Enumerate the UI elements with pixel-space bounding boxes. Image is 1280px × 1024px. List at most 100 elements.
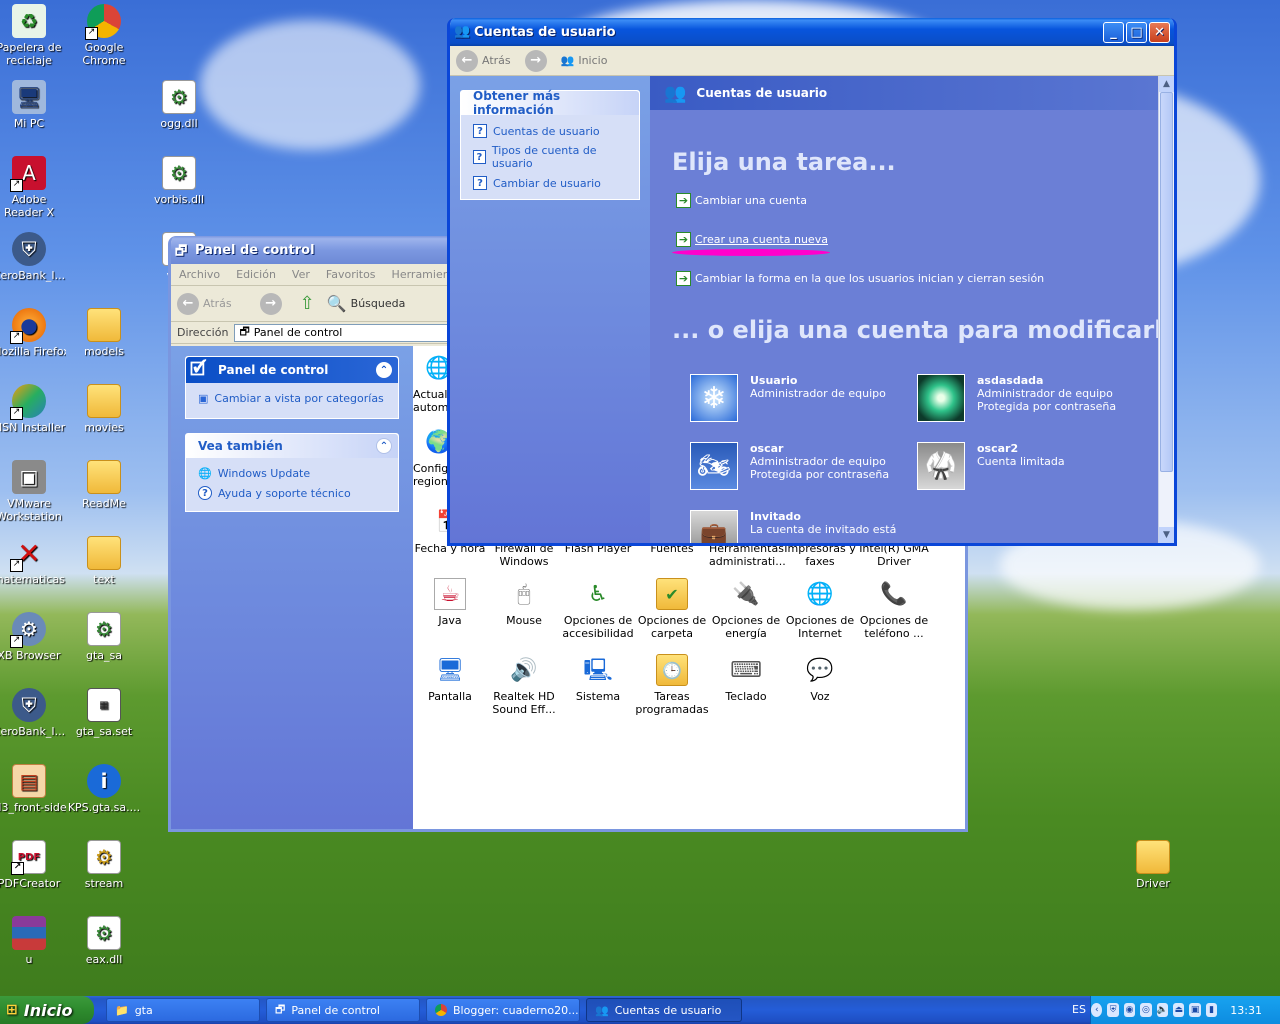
desktop-icon-text[interactable]: text xyxy=(67,536,141,586)
antivirus-icon[interactable]: ◎ xyxy=(1140,1003,1152,1017)
task-create-account[interactable]: ➔ Crear una cuenta nueva xyxy=(676,232,828,247)
forward-arrow-icon[interactable]: → xyxy=(259,292,282,315)
search-button[interactable]: Búsqueda xyxy=(351,297,406,310)
learn-account-types-link[interactable]: ? Tipos de cuenta de usuario xyxy=(461,141,639,173)
desktop-icon-vmware[interactable]: ▣ VMware Workstation xyxy=(0,460,66,523)
start-button[interactable]: ⊞ Inicio xyxy=(0,996,94,1024)
desktop-icon-label: ZeroBank_I... xyxy=(0,725,66,738)
account-oscar2[interactable]: 🥋 oscar2 Cuenta limitada xyxy=(917,442,1065,490)
task-change-account[interactable]: ➔ Cambiar una cuenta xyxy=(676,193,807,208)
back-arrow-icon[interactable]: ← xyxy=(456,49,478,72)
cp-item-internet[interactable]: 🌐 Opciones de Internet xyxy=(783,578,857,640)
help-support-link[interactable]: ? Ayuda y soporte técnico xyxy=(186,483,398,503)
up-folder-icon[interactable]: ⇧ xyxy=(300,293,315,314)
usb-icon[interactable]: ⏏ xyxy=(1173,1003,1185,1017)
desktop-icon-ogg-dll[interactable]: ⚙ ogg.dll xyxy=(142,80,216,130)
cp-item-voz[interactable]: 💬 Voz xyxy=(783,654,857,703)
cp-item-telefono[interactable]: 📞 Opciones de teléfono ... xyxy=(857,578,931,640)
menu-favoritos[interactable]: Favoritos xyxy=(326,268,376,281)
account-usuario[interactable]: ❄ Usuario Administrador de equipo xyxy=(690,374,886,422)
system-icon: 🖳 xyxy=(583,657,613,683)
menu-ver[interactable]: Ver xyxy=(292,268,310,281)
scroll-thumb[interactable] xyxy=(1160,92,1173,472)
cp-item-opciones-carpeta[interactable]: ✔ Opciones de carpeta xyxy=(635,578,709,640)
battery-icon[interactable]: ▮ xyxy=(1205,1003,1218,1017)
desktop-icon-adobe-reader[interactable]: A Adobe Reader X xyxy=(0,156,66,219)
collapse-icon[interactable]: ⌃ xyxy=(376,438,392,454)
home-button[interactable]: Inicio xyxy=(578,54,607,67)
maximize-button[interactable]: □ xyxy=(1126,22,1147,43)
back-arrow-icon[interactable]: ← xyxy=(177,292,199,315)
desktop-icon-gta-sa-set[interactable]: ▦ gta_sa.set xyxy=(67,688,141,738)
taskbar-item-gta[interactable]: 📁 gta xyxy=(106,998,260,1022)
minimize-button[interactable]: _ xyxy=(1103,22,1124,43)
desktop-icon-firefox[interactable]: ● Mozilla Firefox xyxy=(0,308,66,358)
volume-icon[interactable]: 🔈 xyxy=(1156,1003,1169,1017)
cp-panel-header[interactable]: 🗹 Panel de control ⌃ xyxy=(186,357,398,383)
desktop-icon-kps[interactable]: i KPS.gta.sa.... xyxy=(67,764,141,814)
desktop-icon-google-chrome[interactable]: Google Chrome xyxy=(67,4,141,67)
desktop-icon-m3-front-side[interactable]: ▤ M3_front-side xyxy=(0,764,66,814)
desktop-icon-driver[interactable]: Driver xyxy=(1116,840,1190,890)
chevron-left-icon[interactable]: ‹ xyxy=(1091,1003,1103,1017)
clock[interactable]: 13:31 xyxy=(1230,1004,1262,1017)
desktop-icon-vorbis-dll[interactable]: ⚙ vorbis.dll xyxy=(142,156,216,206)
user-accounts-window[interactable]: 👥 Cuentas de usuario _ □ ✕ ← Atrás → 👥 I… xyxy=(447,18,1177,546)
cp-item-energia[interactable]: 🔌 Opciones de energía xyxy=(709,578,783,640)
account-asdasdada[interactable]: asdasdada Administrador de equipo Proteg… xyxy=(917,374,1116,422)
desktop-icon-u[interactable]: u xyxy=(0,916,66,966)
vertical-scrollbar[interactable]: ▲ ▼ xyxy=(1158,76,1174,543)
cp-item-tareas-programadas[interactable]: 🕒 Tareas programadas xyxy=(635,654,709,716)
cp-item-accesibilidad[interactable]: ♿ Opciones de accesibilidad xyxy=(561,578,635,640)
taskbar-item-blogger[interactable]: Blogger: cuaderno20... xyxy=(426,998,580,1022)
shield-icon[interactable]: ⛨ xyxy=(1107,1003,1119,1017)
cp-item-java[interactable]: ☕ Java xyxy=(413,578,487,627)
menu-edicion[interactable]: Edición xyxy=(236,268,276,281)
desktop-icon-readme[interactable]: ReadMe xyxy=(67,460,141,510)
scroll-down-button[interactable]: ▼ xyxy=(1159,527,1174,543)
desktop-icon-gta-sa[interactable]: ⚙ gta_sa xyxy=(67,612,141,662)
forward-arrow-icon[interactable]: → xyxy=(524,49,547,72)
desktop-icon-msn-installer[interactable]: MSN Installer xyxy=(0,384,66,434)
switch-category-view-link[interactable]: ▣ Cambiar a vista por categorías xyxy=(186,389,398,408)
user-accounts-titlebar[interactable]: 👥 Cuentas de usuario _ □ ✕ xyxy=(450,18,1174,46)
desktop-icon-stream[interactable]: ⚙ stream xyxy=(67,840,141,890)
taskbar-item-user-accounts[interactable]: 👥 Cuentas de usuario xyxy=(586,998,742,1022)
back-button[interactable]: Atrás xyxy=(482,54,511,67)
language-indicator[interactable]: ES xyxy=(1072,1003,1086,1016)
cp-item-teclado[interactable]: ⌨ Teclado xyxy=(709,654,783,703)
desktop-icon-matematicas[interactable]: ✕ matematicas xyxy=(0,536,66,586)
back-button[interactable]: Atrás xyxy=(203,297,232,310)
desktop-icon-movies[interactable]: movies xyxy=(67,384,141,434)
see-also-header[interactable]: Vea también ⌃ xyxy=(186,434,398,458)
close-button[interactable]: ✕ xyxy=(1149,22,1170,43)
scroll-up-button[interactable]: ▲ xyxy=(1159,76,1174,92)
cp-item-pantalla[interactable]: 🖥 Pantalla xyxy=(413,654,487,703)
display-settings-icon[interactable]: ▣ xyxy=(1189,1003,1201,1017)
learn-user-accounts-link[interactable]: ? Cuentas de usuario xyxy=(461,121,639,141)
desktop-icon-recycle-bin[interactable]: ♻ Papelera de reciclaje xyxy=(0,4,66,67)
account-oscar[interactable]: 🏍 oscar Administrador de equipo Protegid… xyxy=(690,442,889,490)
desktop-icon-zerobank-2[interactable]: ⛨ ZeroBank_I... xyxy=(0,688,66,738)
menu-archivo[interactable]: Archivo xyxy=(179,268,220,281)
cp-item-mouse[interactable]: 🖱 Mouse xyxy=(487,578,561,627)
taskbar-item-label: Panel de control xyxy=(291,1003,380,1017)
desktop-icon-xb-browser[interactable]: ⚙ XB Browser xyxy=(0,612,66,662)
learn-switch-user-link[interactable]: ? Cambiar de usuario xyxy=(461,173,639,193)
folder-options-icon: ✔ xyxy=(656,578,688,610)
desktop-icon-eax-dll[interactable]: ⚙ eax.dll xyxy=(67,916,141,966)
task-logon-options[interactable]: ➔ Cambiar la forma en la que los usuarios… xyxy=(676,271,1044,286)
collapse-icon[interactable]: ⌃ xyxy=(376,362,392,378)
desktop-icon-models[interactable]: models xyxy=(67,308,141,358)
desktop-icon-mi-pc[interactable]: 🖥 Mi PC xyxy=(0,80,66,130)
taskbar-item-control-panel[interactable]: 🗗 Panel de control xyxy=(266,998,420,1022)
link-label: Tipos de cuenta de usuario xyxy=(491,144,597,170)
desktop-icon-pdfcreator[interactable]: PDF PDFCreator xyxy=(0,840,66,890)
account-invitado[interactable]: 💼 Invitado La cuenta de invitado está xyxy=(690,510,896,543)
desktop-icon-zerobank-1[interactable]: ⛨ ZeroBank_I... xyxy=(0,232,66,282)
cp-side-pane: 🗹 Panel de control ⌃ ▣ Cambiar a vista p… xyxy=(171,346,413,829)
cp-item-realtek[interactable]: 🔊 Realtek HD Sound Eff... xyxy=(487,654,561,716)
network-icon[interactable]: ◉ xyxy=(1123,1003,1136,1017)
cp-item-sistema[interactable]: 🖳 Sistema xyxy=(561,654,635,703)
windows-update-link[interactable]: 🌐 Windows Update xyxy=(186,464,398,483)
